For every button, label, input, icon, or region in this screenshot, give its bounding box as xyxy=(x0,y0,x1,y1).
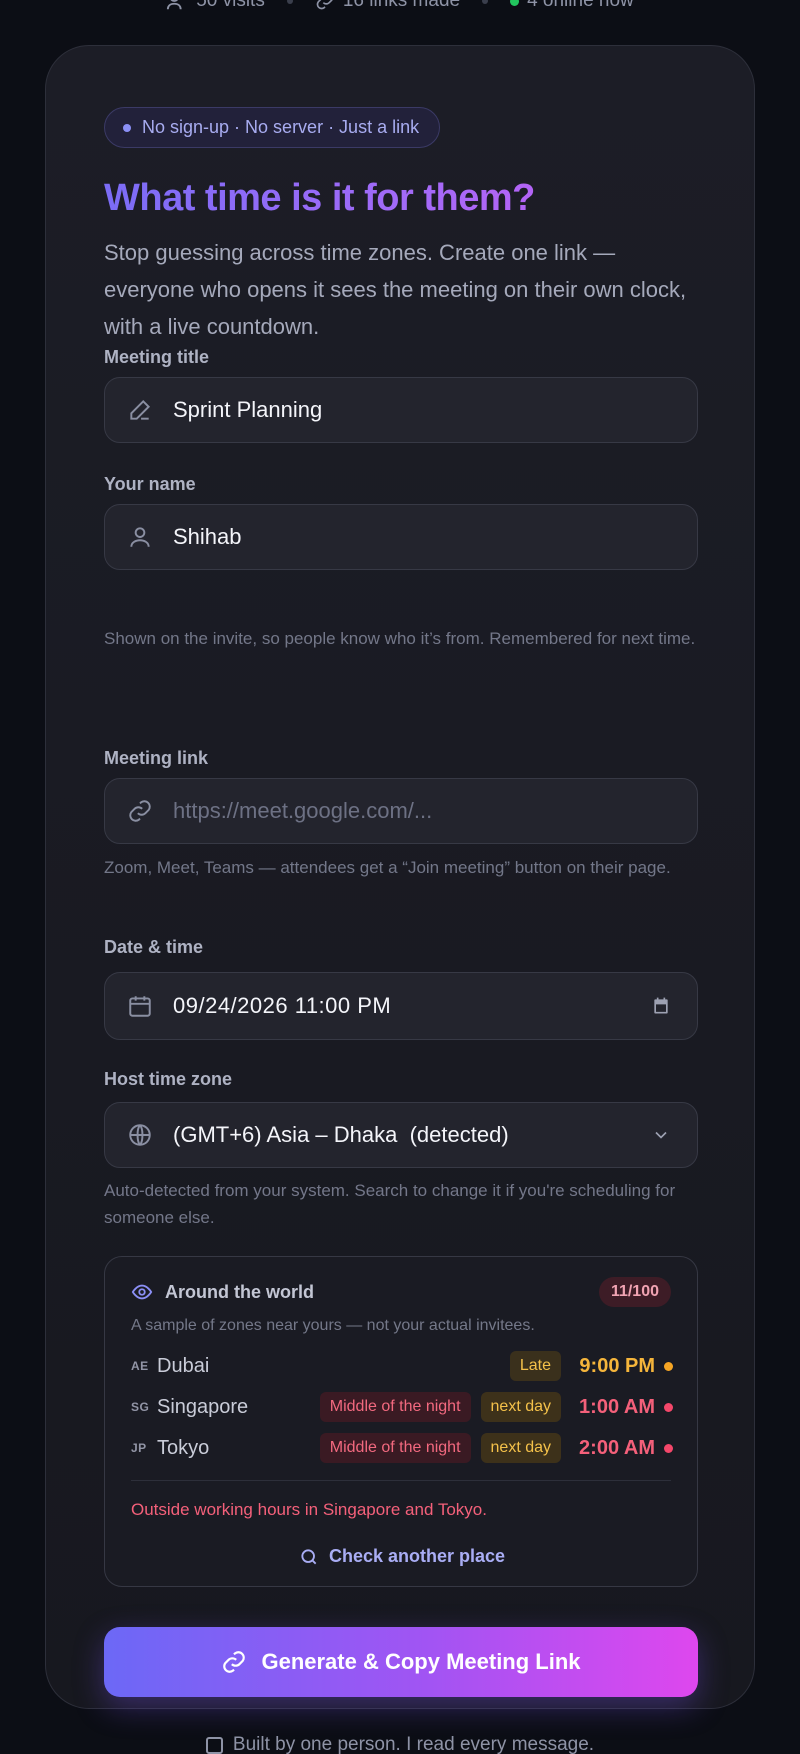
page-description: Stop guessing across time zones. Create … xyxy=(104,240,687,339)
date-time-value: 09/24/2026 11:00 PM xyxy=(173,993,392,1018)
zone-code: JP xyxy=(131,1441,147,1455)
your-name-field[interactable]: Shihab xyxy=(104,504,698,570)
top-stats-bar: 50 visits 16 links made 4 online now xyxy=(0,0,800,14)
world-panel-title: Around the world xyxy=(165,1281,314,1302)
user-icon xyxy=(130,527,150,547)
users-icon xyxy=(167,0,182,10)
night-tag: Middle of the night xyxy=(319,1392,471,1422)
meeting-title-label: Meeting title xyxy=(104,347,210,367)
zone-row: SG Singapore Middle of the night next da… xyxy=(131,1391,673,1423)
eye-icon xyxy=(131,1284,153,1300)
zone-city: Tokyo xyxy=(157,1436,210,1459)
your-name-value: Shihab xyxy=(173,524,242,549)
generate-link-label: Generate & Copy Meeting Link xyxy=(261,1649,581,1674)
status-dot xyxy=(664,1361,673,1371)
zone-row: JP Tokyo Middle of the night next day 2:… xyxy=(131,1432,673,1464)
zone-row: AE Dubai Late 9:00 PM xyxy=(131,1350,673,1382)
link-icon xyxy=(223,1651,246,1673)
separator-dot xyxy=(286,0,293,4)
zone-count-badge: 11/100 xyxy=(598,1277,671,1307)
meeting-title-field[interactable]: Sprint Planning xyxy=(104,377,698,443)
check-another-place-label: Check another place xyxy=(328,1546,506,1566)
zone-code: AE xyxy=(131,1359,149,1373)
zone-time: 2:00 AM xyxy=(579,1436,655,1459)
zone-city: Dubai xyxy=(157,1354,210,1377)
status-dot xyxy=(664,1402,673,1412)
status-dot xyxy=(664,1443,673,1453)
message-icon xyxy=(205,1736,223,1754)
meeting-link-hint: Zoom, Meet, Teams — attendees get a “Joi… xyxy=(104,858,671,877)
around-the-world-panel: Around the world 11/100 A sample of zone… xyxy=(104,1256,698,1587)
visits-label: 50 visits xyxy=(196,0,265,11)
footer-text: Built by one person. I read every messag… xyxy=(232,1734,595,1754)
night-tag: Middle of the night xyxy=(319,1433,471,1463)
pencil-icon xyxy=(130,399,151,420)
online-status-dot xyxy=(510,0,520,6)
main-card: No sign-up · No server · Just a link Wha… xyxy=(45,45,755,1709)
link-icon xyxy=(129,800,151,822)
globe-icon xyxy=(129,1124,151,1146)
meeting-link-placeholder: https://meet.google.com/... xyxy=(173,798,433,823)
meeting-link-label: Meeting link xyxy=(104,748,209,768)
badge-dot xyxy=(123,123,131,132)
badge-label: No sign-up · No server · Just a link xyxy=(142,117,420,137)
chevron-down-icon xyxy=(655,1131,667,1139)
world-panel-header: Around the world xyxy=(131,1281,314,1303)
late-tag: Late xyxy=(509,1351,561,1381)
host-timezone-select[interactable]: (GMT+6) Asia – Dhaka (detected) xyxy=(104,1102,698,1168)
separator-dot xyxy=(482,0,489,4)
search-icon xyxy=(301,1548,317,1564)
check-another-place-button[interactable]: Check another place xyxy=(105,1546,699,1567)
online-stat: 4 online now xyxy=(510,0,634,12)
panel-divider xyxy=(131,1480,671,1481)
your-name-label: Your name xyxy=(104,474,196,494)
calendar-icon xyxy=(129,996,151,1017)
date-time-label: Date & time xyxy=(104,937,204,957)
zone-code: SG xyxy=(131,1400,150,1414)
feature-badge: No sign-up · No server · Just a link xyxy=(104,107,441,148)
page-title: What time is it for them? xyxy=(104,177,698,220)
footer-note: Built by one person. I read every messag… xyxy=(0,1734,800,1754)
host-timezone-value: (GMT+6) Asia – Dhaka (detected) xyxy=(173,1122,509,1147)
links-stat: 16 links made xyxy=(315,0,460,12)
calendar-picker-icon[interactable] xyxy=(651,996,671,1016)
your-name-hint: Shown on the invite, so people know who … xyxy=(104,629,696,648)
world-panel-subtitle: A sample of zones near yours — not your … xyxy=(131,1317,535,1334)
meeting-title-value: Sprint Planning xyxy=(173,397,323,422)
generate-link-button[interactable]: Generate & Copy Meeting Link xyxy=(104,1627,698,1697)
online-label: 4 online now xyxy=(527,0,634,11)
next-day-tag: next day xyxy=(480,1392,561,1422)
next-day-tag: next day xyxy=(480,1433,561,1463)
zone-city: Singapore xyxy=(157,1395,249,1418)
link-icon xyxy=(316,0,333,10)
meeting-link-field[interactable]: https://meet.google.com/... xyxy=(104,778,698,844)
host-timezone-hint: Auto-detected from your system. Search t… xyxy=(104,1181,676,1227)
zone-time: 9:00 PM xyxy=(579,1354,655,1377)
visits-stat: 50 visits xyxy=(166,0,265,12)
date-time-field[interactable]: 09/24/2026 11:00 PM xyxy=(104,972,698,1040)
zone-time: 1:00 AM xyxy=(579,1395,655,1418)
host-timezone-label: Host time zone xyxy=(104,1069,233,1089)
links-label: 16 links made xyxy=(342,0,461,11)
working-hours-warning: Outside working hours in Singapore and T… xyxy=(131,1500,487,1519)
